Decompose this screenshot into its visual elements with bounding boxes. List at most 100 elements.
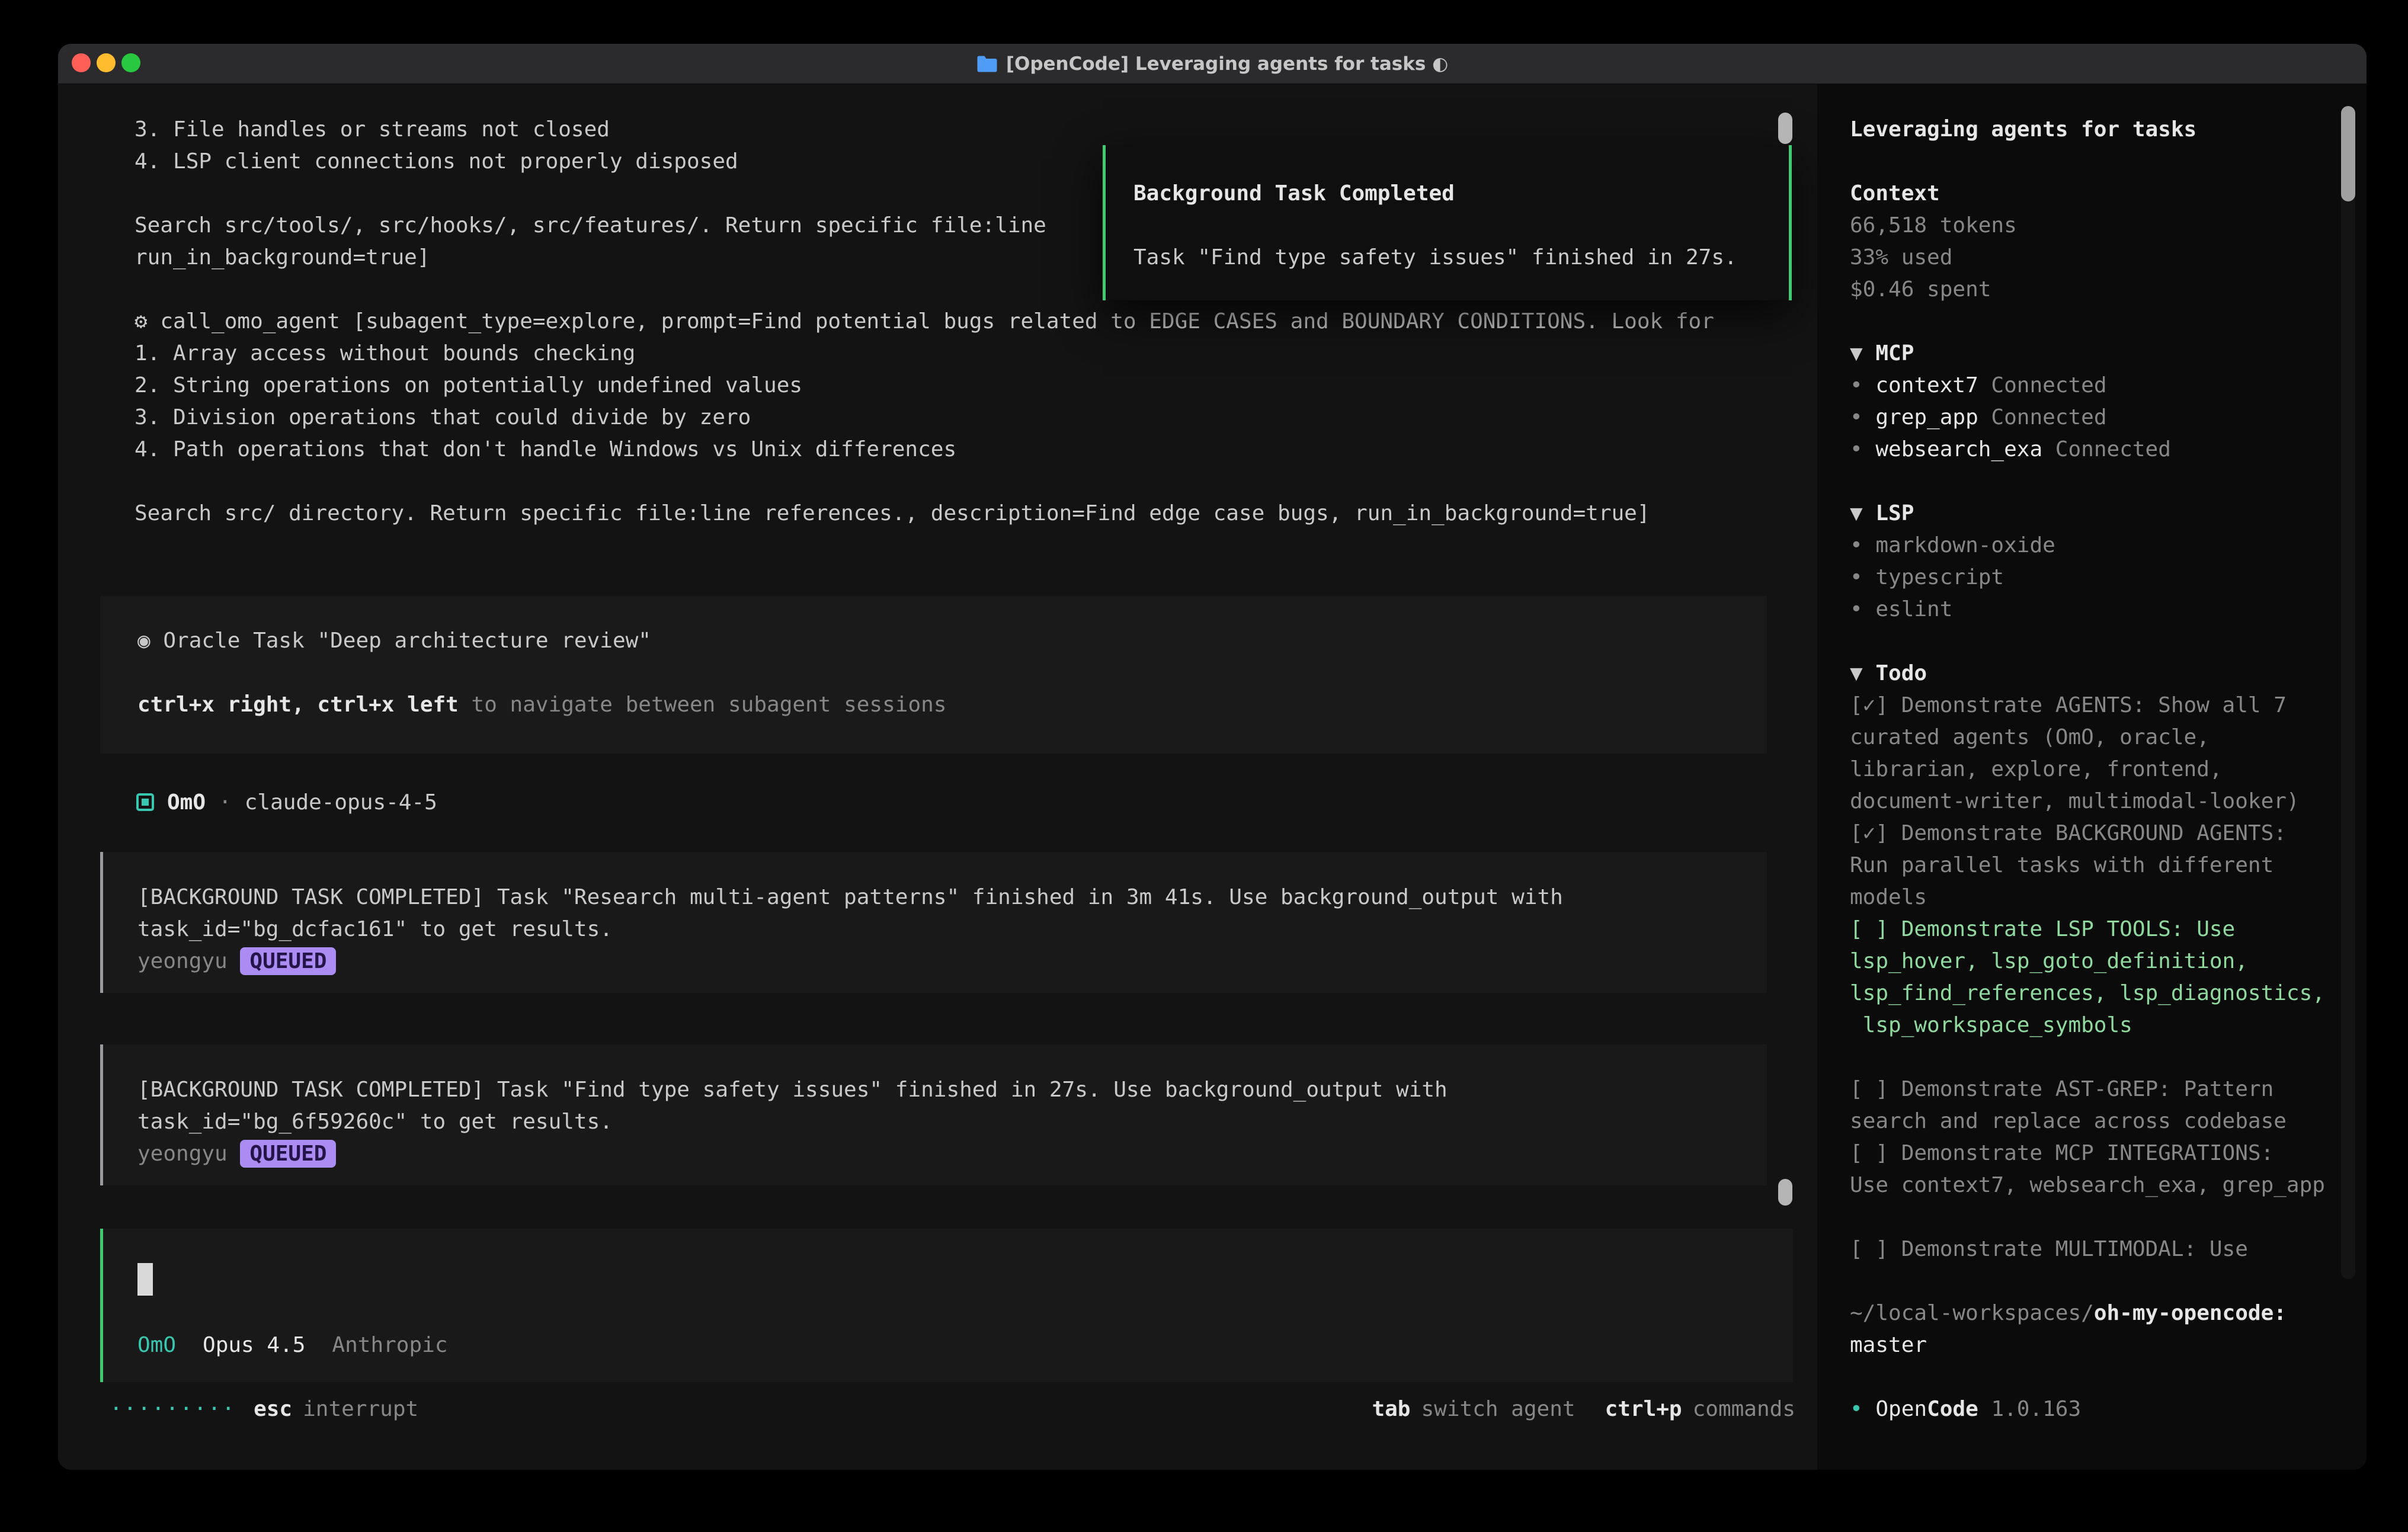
window-titlebar[interactable]: [OpenCode] Leveraging agents for tasks ◐ (58, 44, 2367, 84)
main-scrollbar-thumb-top[interactable] (1778, 113, 1792, 144)
text-segment: [ ] Demonstrate AST-GREP: Pattern (1850, 1077, 2273, 1101)
text-segment: 3. File handles or streams not closed (135, 117, 610, 142)
sidebar-line (1850, 466, 2343, 498)
text-segment: [BACKGROUND TASK COMPLETED] Task "Resear… (137, 885, 1563, 909)
separator-dot: · (219, 790, 232, 815)
text-segment: to navigate between subagent sessions (459, 693, 947, 717)
text-segment: run_in_background=true] (135, 245, 430, 270)
bullet-icon: • (1850, 597, 1875, 621)
text-cursor (137, 1263, 153, 1296)
text-segment: grep_app (1875, 405, 1978, 430)
text-segment: 3. Division operations that could divide… (135, 405, 751, 430)
close-button[interactable] (72, 53, 91, 72)
session-sidebar[interactable]: Leveraging agents for tasks Context 66,51… (1817, 84, 2367, 1470)
bullet-icon: • (1850, 565, 1875, 589)
status-right: tab switch agent ctrl+p commands (1372, 1397, 1795, 1421)
sidebar-line: [✓] Demonstrate AGENTS: Show all 7 (1850, 690, 2343, 722)
transcript-line: Search src/ directory. Return specific f… (58, 498, 1817, 530)
text-segment: Connected (1978, 405, 2107, 430)
text-segment: [ ] Demonstrate MULTIMODAL: Use (1850, 1237, 2248, 1261)
sidebar-line: $0.46 spent (1850, 274, 2343, 306)
text-segment: Oracle Task "Deep architecture review" (163, 629, 651, 653)
sidebar-line: • typescript (1850, 562, 2343, 594)
task-message-line: yeongyu QUEUED (137, 1138, 1755, 1170)
notification-body: Task "Find type safety issues" finished … (1133, 242, 1777, 274)
text-segment: search and replace across codebase (1850, 1109, 2287, 1133)
text-segment: Search src/ directory. Return specific f… (135, 501, 1650, 525)
sidebar-line: master (1850, 1329, 2343, 1361)
sidebar-line: curated agents (OmO, oracle, (1850, 722, 2343, 754)
sidebar-line: • websearch_exa Connected (1850, 434, 2343, 466)
transcript-line: 3. File handles or streams not closed (58, 114, 1817, 146)
text-segment: curated agents (OmO, oracle, (1850, 725, 2210, 749)
main-scrollbar-thumb[interactable] (1778, 1179, 1792, 1206)
bullet-icon: • (1850, 1397, 1875, 1421)
input-model-name: Opus 4.5 (203, 1333, 305, 1357)
sidebar-content: Leveraging agents for tasks Context 66,51… (1850, 114, 2343, 1425)
text-segment: lsp_hover, lsp_goto_definition, (1850, 949, 2248, 973)
traffic-lights (72, 53, 140, 72)
sidebar-line: [ ] Demonstrate MULTIMODAL: Use (1850, 1233, 2343, 1265)
sidebar-line (1850, 306, 2343, 338)
lsp-header: LSP (1875, 501, 1914, 525)
sidebar-line: ▼ MCP (1850, 338, 2343, 370)
text-segment: websearch_exa (1875, 437, 2042, 461)
git-branch: master (1850, 1333, 1927, 1357)
background-task-notification[interactable]: Background Task Completed Task "Find typ… (1103, 145, 1792, 300)
task-message-line: task_id="bg_6f59260c" to get results. (137, 1106, 1755, 1138)
oracle-panel-line: ◉ Oracle Task "Deep architecture review" (137, 625, 1755, 657)
chevron-down-icon: ▼ (1850, 501, 1875, 525)
text-segment: document-writer, multimodal-looker) (1850, 789, 2300, 813)
spinner-dots-icon: ········· (110, 1397, 236, 1421)
agent-model: claude-opus-4-5 (245, 790, 437, 815)
gear-icon: ⚙ (135, 309, 160, 334)
transcript-line: 3. Division operations that could divide… (58, 402, 1817, 434)
sidebar-scrollbar-thumb[interactable] (2341, 106, 2355, 201)
input-agent-name: OmO (137, 1333, 176, 1357)
text-segment: call_omo_agent [subagent_type=explore, p… (160, 309, 1714, 334)
sidebar-line: Leveraging agents for tasks (1850, 114, 2343, 146)
minimize-button[interactable] (97, 53, 116, 72)
key-hint-interrupt: esc interrupt (254, 1397, 418, 1421)
text-segment: 1. Array access without bounds checking (135, 341, 635, 366)
input-provider-name: Anthropic (332, 1333, 447, 1357)
text-segment: [✓] Demonstrate BACKGROUND AGENTS: (1850, 821, 2287, 845)
task-user: yeongyu (137, 949, 240, 973)
key-ctrl-p: ctrl+p (1605, 1397, 1682, 1421)
sidebar-line: Context (1850, 178, 2343, 210)
sidebar-line: document-writer, multimodal-looker) (1850, 786, 2343, 818)
background-task-message: [BACKGROUND TASK COMPLETED] Task "Find t… (100, 1044, 1767, 1185)
sidebar-line: search and replace across codebase (1850, 1105, 2343, 1137)
sidebar-line: lsp_hover, lsp_goto_definition, (1850, 946, 2343, 977)
sidebar-line: lsp_find_references, lsp_diagnostics, (1850, 977, 2343, 1009)
transcript-line: 4. Path operations that don't handle Win… (58, 434, 1817, 466)
agent-session-header[interactable]: OmO · claude-opus-4-5 (136, 786, 1817, 818)
text-segment: [ ] Demonstrate LSP TOOLS: Use (1850, 917, 2235, 941)
bullet-icon: • (1850, 437, 1875, 461)
key-ctrl-p-label: commands (1693, 1397, 1795, 1421)
key-esc: esc (254, 1397, 292, 1421)
zoom-button[interactable] (121, 53, 140, 72)
oracle-panel-line (137, 657, 1755, 689)
sidebar-line: Run parallel tasks with different (1850, 850, 2343, 882)
window-body: 3. File handles or streams not closed 4. … (58, 84, 2367, 1470)
conversation-pane[interactable]: 3. File handles or streams not closed 4. … (58, 84, 1817, 1470)
text-segment: [BACKGROUND TASK COMPLETED] Task "Find t… (137, 1078, 1448, 1102)
sidebar-line: [ ] Demonstrate MCP INTEGRATIONS: (1850, 1137, 2343, 1169)
text-segment: 4. LSP client connections not properly d… (135, 149, 738, 174)
sidebar-line (1850, 1201, 2343, 1233)
window-title: [OpenCode] Leveraging agents for tasks ◐ (976, 53, 1448, 75)
sidebar-scrollbar-track[interactable] (2341, 106, 2355, 1279)
repo-name: oh-my-opencode: (2094, 1301, 2287, 1325)
sidebar-line: • context7 Connected (1850, 370, 2343, 402)
key-hint-switch-agent: tab switch agent (1372, 1397, 1575, 1421)
context-tokens: 66,518 tokens (1850, 213, 2017, 238)
status-badge: QUEUED (240, 947, 336, 975)
sidebar-line: ~/local-workspaces/oh-my-opencode: (1850, 1297, 2343, 1329)
key-esc-label: interrupt (303, 1397, 418, 1421)
sidebar-line: [ ] Demonstrate LSP TOOLS: Use (1850, 914, 2343, 946)
oracle-task-panel[interactable]: ◉ Oracle Task "Deep architecture review"… (100, 596, 1767, 754)
prompt-input[interactable]: OmO Opus 4.5 Anthropic (100, 1229, 1793, 1382)
transcript-line (58, 466, 1817, 498)
sidebar-line: ▼ LSP (1850, 498, 2343, 530)
